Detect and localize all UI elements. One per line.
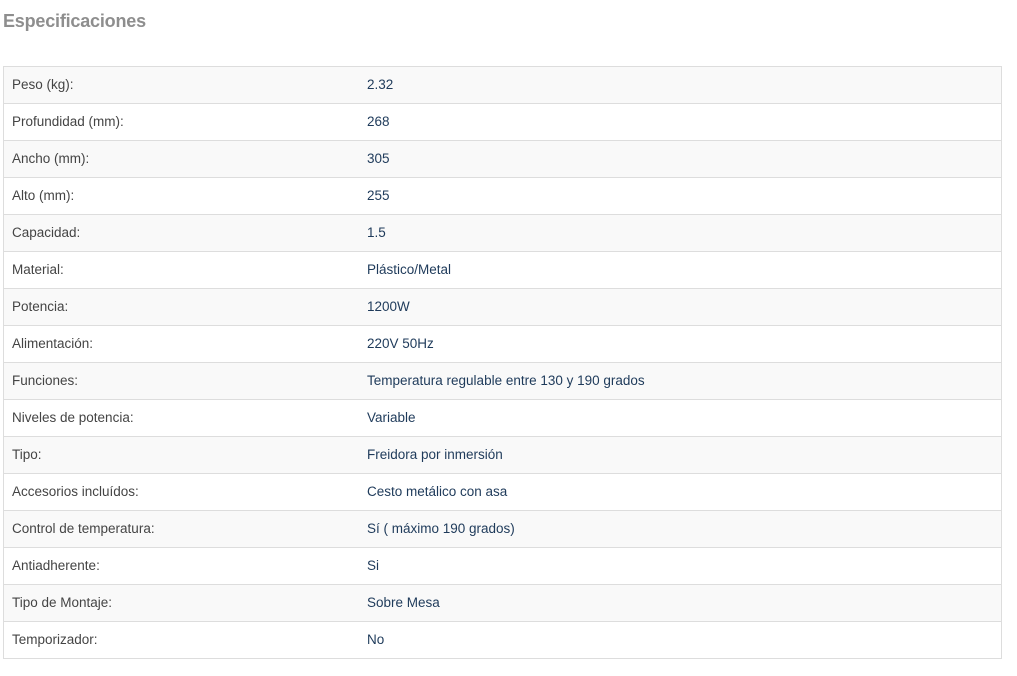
spec-value: 255 <box>359 177 1002 215</box>
spec-row: Temporizador: No <box>3 621 1002 659</box>
spec-value: 2.32 <box>367 77 394 92</box>
spec-value: Temperatura regulable entre 130 y 190 gr… <box>359 362 1002 400</box>
spec-value: Sí ( máximo 190 grados) <box>359 510 1002 548</box>
spec-row: Accesorios incluídos: Cesto metálico con… <box>3 473 1002 511</box>
specifications-table: Peso (kg): 2.32 Profundidad (mm): 268 An… <box>3 66 1002 659</box>
spec-label: Control de temperatura: <box>3 510 359 548</box>
spec-value: Plástico/Metal <box>359 251 1002 289</box>
spec-value: Freidora por inmersión <box>359 436 1002 474</box>
spec-label: Niveles de potencia: <box>3 399 359 437</box>
spec-value: 220V 50Hz <box>359 325 1002 363</box>
spec-label: Peso (kg): <box>12 77 74 92</box>
spec-row: Ancho (mm): 305 <box>3 140 1002 178</box>
spec-row: Potencia: 1200W <box>3 288 1002 326</box>
spec-row: Tipo de Montaje: Sobre Mesa <box>3 584 1002 622</box>
spec-value: Sobre Mesa <box>359 584 1002 622</box>
spec-value: 268 <box>359 103 1002 141</box>
section-title: Especificaciones <box>3 11 146 31</box>
spec-row: Capacidad: 1.5 <box>3 214 1002 252</box>
spec-value: 1.5 <box>359 214 1002 252</box>
spec-label: Antiadherente: <box>3 547 359 585</box>
spec-row: Antiadherente: Si <box>3 547 1002 585</box>
spec-row: Profundidad (mm): 268 <box>3 103 1002 141</box>
spec-row: Peso (kg): 2.32 <box>3 66 1002 104</box>
spec-row: Control de temperatura: Sí ( máximo 190 … <box>3 510 1002 548</box>
spec-value: 1200W <box>359 288 1002 326</box>
spec-row: Funciones: Temperatura regulable entre 1… <box>3 362 1002 400</box>
spec-value: Si <box>359 547 1002 585</box>
spec-value: Cesto metálico con asa <box>359 473 1002 511</box>
spec-label: Funciones: <box>3 362 359 400</box>
spec-row: Alimentación: 220V 50Hz <box>3 325 1002 363</box>
spec-row: Material: Plástico/Metal <box>3 251 1002 289</box>
spec-label: Ancho (mm): <box>3 140 359 178</box>
spec-label: Potencia: <box>3 288 359 326</box>
spec-label: Capacidad: <box>3 214 359 252</box>
spec-label: Alto (mm): <box>3 177 359 215</box>
spec-label: Profundidad (mm): <box>3 103 359 141</box>
spec-row: Tipo: Freidora por inmersión <box>3 436 1002 474</box>
spec-value: No <box>359 621 1002 659</box>
spec-label: Tipo de Montaje: <box>3 584 359 622</box>
spec-label: Accesorios incluídos: <box>3 473 359 511</box>
spec-row: Alto (mm): 255 <box>3 177 1002 215</box>
spec-value: 305 <box>359 140 1002 178</box>
spec-label: Alimentación: <box>3 325 359 363</box>
spec-label: Tipo: <box>3 436 359 474</box>
spec-label: Temporizador: <box>3 621 359 659</box>
specifications-table-body: Peso (kg): 2.32 Profundidad (mm): 268 An… <box>3 66 1002 659</box>
spec-label: Material: <box>3 251 359 289</box>
spec-value: Variable <box>359 399 1002 437</box>
spec-row: Niveles de potencia: Variable <box>3 399 1002 437</box>
